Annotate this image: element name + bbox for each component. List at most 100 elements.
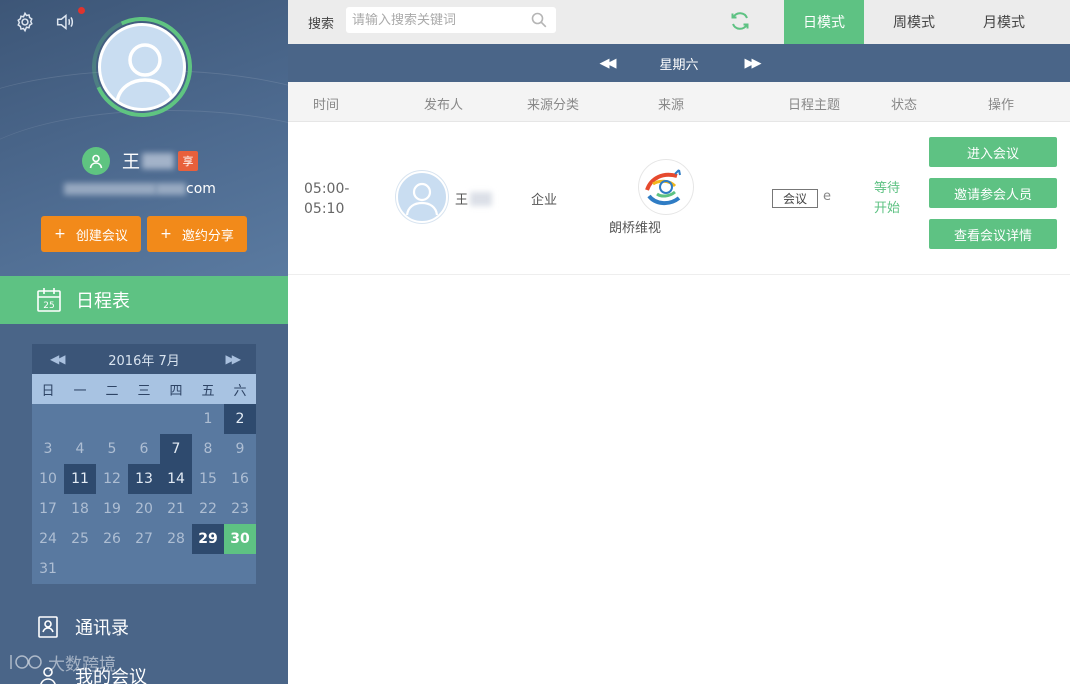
user-avatar[interactable]: [77, 2, 207, 132]
column-header-actions: 操作: [988, 98, 1015, 113]
redacted-text: [64, 183, 156, 195]
calendar-icon-day: 25: [43, 301, 54, 311]
tab-day-mode[interactable]: 日模式: [784, 0, 864, 44]
calendar-day[interactable]: 9: [224, 434, 256, 464]
calendar-day[interactable]: 19: [96, 494, 128, 524]
weekday-label: 二: [105, 383, 119, 399]
tab-month-mode[interactable]: 月模式: [964, 0, 1044, 44]
calendar-empty-cell: [160, 554, 192, 584]
next-day-button[interactable]: ▶▶: [745, 56, 762, 71]
table-row: 05:00- 05:10 王 企业 朗桥维视 会议 e 等待开始 进入会议 邀请…: [288, 123, 1070, 275]
search-input[interactable]: [352, 12, 522, 28]
user-email: com: [64, 181, 216, 197]
calendar-day[interactable]: 12: [96, 464, 128, 494]
refresh-icon[interactable]: [729, 10, 751, 32]
source-category: 企业: [531, 193, 558, 208]
day-label: 星期六: [659, 57, 699, 73]
contacts-icon: [38, 616, 58, 638]
redacted-text: [156, 183, 186, 195]
tab-week-mode[interactable]: 周模式: [874, 0, 954, 44]
column-header-time: 时间: [313, 98, 340, 113]
calendar-day[interactable]: 11: [64, 464, 96, 494]
calendar-month-label: 2016年 7月: [108, 353, 180, 369]
user-icon: [82, 147, 110, 175]
prev-month-button[interactable]: ◀◀: [50, 352, 66, 366]
calendar-day[interactable]: 6: [128, 434, 160, 464]
calendar-day[interactable]: 1: [192, 404, 224, 434]
calendar-day[interactable]: 24: [32, 524, 64, 554]
enter-meeting-button[interactable]: 进入会议: [929, 137, 1057, 167]
status-text: 等待开始: [874, 181, 901, 216]
publisher-avatar: [396, 171, 448, 223]
calendar-day[interactable]: 3: [32, 434, 64, 464]
calendar-grid: 1 2 3 4 5 6 7 8 9 10 11 12 13 14 15 16 17 18 19 20 21 22 23 24 2…: [32, 404, 256, 584]
prev-day-button[interactable]: ◀◀: [599, 56, 616, 71]
search-box[interactable]: [346, 7, 556, 33]
create-meeting-button[interactable]: + 创建会议: [41, 216, 141, 252]
calendar-day[interactable]: 30: [224, 524, 256, 554]
calendar-empty-cell: [96, 404, 128, 434]
calendar-day[interactable]: 15: [192, 464, 224, 494]
calendar-day[interactable]: 7: [160, 434, 192, 464]
plus-icon: +: [54, 226, 66, 242]
calendar-empty-cell: [128, 554, 160, 584]
calendar-day[interactable]: 16: [224, 464, 256, 494]
column-header-topic: 日程主题: [788, 98, 841, 113]
calendar-empty-cell: [32, 404, 64, 434]
table-header: 时间 发布人 来源分类 来源 日程主题 状态 操作: [288, 82, 1070, 122]
vip-badge: 享: [178, 151, 198, 171]
speaker-icon[interactable]: [53, 10, 77, 34]
search-icon[interactable]: [530, 11, 548, 29]
weekday-label: 一: [73, 383, 87, 399]
publisher-name: 王: [455, 189, 493, 208]
sidebar-item-label: 日程表: [76, 291, 130, 312]
meeting-details-button[interactable]: 查看会议详情: [929, 219, 1057, 249]
sidebar-item-contacts[interactable]: 通讯录: [0, 607, 288, 647]
invite-share-button[interactable]: + 邀约分享: [147, 216, 247, 252]
calendar-day[interactable]: 5: [96, 434, 128, 464]
weekday-label: 日: [41, 383, 55, 399]
redacted-text: [142, 153, 174, 169]
calendar-day[interactable]: 14: [160, 464, 192, 494]
plus-icon: +: [160, 226, 172, 242]
calendar-weekdays: 日一二三四五六: [32, 374, 256, 404]
invite-participants-button[interactable]: 邀请参会人员: [929, 178, 1057, 208]
calendar-day[interactable]: 4: [64, 434, 96, 464]
time-start: 05:00-: [304, 181, 350, 197]
calendar-day[interactable]: 10: [32, 464, 64, 494]
column-header-source: 来源: [658, 98, 685, 113]
calendar-day[interactable]: 26: [96, 524, 128, 554]
calendar-day[interactable]: 27: [128, 524, 160, 554]
calendar-day[interactable]: 31: [32, 554, 64, 584]
source-logo-icon: [639, 160, 693, 214]
gear-icon[interactable]: [13, 10, 37, 34]
calendar-day[interactable]: 13: [128, 464, 160, 494]
topic-text: e: [823, 189, 831, 204]
topic-tag: 会议: [772, 189, 819, 208]
calendar-empty-cell: [64, 404, 96, 434]
next-month-button[interactable]: ▶▶: [226, 352, 242, 366]
calendar-day[interactable]: 8: [192, 434, 224, 464]
calendar-empty-cell: [96, 554, 128, 584]
calendar-day[interactable]: 17: [32, 494, 64, 524]
sidebar: 王 享 com + 创建会议 + 邀约分享 25 日程表 ◀◀ 2016年 7月: [0, 0, 288, 684]
search-label: 搜索: [308, 17, 335, 32]
publisher-name-text: 王: [455, 193, 469, 208]
calendar-day[interactable]: 18: [64, 494, 96, 524]
sidebar-item-schedule[interactable]: 25 日程表: [0, 276, 288, 324]
calendar-day[interactable]: 29: [192, 524, 224, 554]
calendar-day[interactable]: 23: [224, 494, 256, 524]
day-navigator: ◀◀ 星期六 ▶▶: [288, 44, 1070, 82]
calendar-day[interactable]: 21: [160, 494, 192, 524]
calendar-day[interactable]: 20: [128, 494, 160, 524]
notification-dot: [78, 7, 85, 14]
calendar-day[interactable]: 22: [192, 494, 224, 524]
watermark-text: 大数跨境: [48, 655, 116, 675]
sidebar-item-label: 通讯录: [75, 618, 129, 639]
calendar-day[interactable]: 25: [64, 524, 96, 554]
weekday-label: 六: [233, 383, 247, 399]
redacted-text: [470, 191, 493, 206]
calendar-day[interactable]: 28: [160, 524, 192, 554]
calendar-icon: 25: [37, 288, 61, 312]
calendar-day[interactable]: 2: [224, 404, 256, 434]
